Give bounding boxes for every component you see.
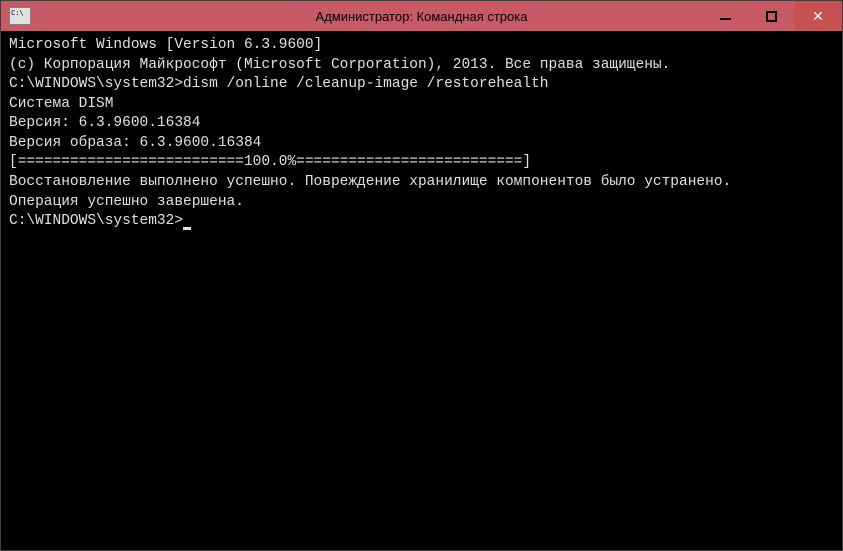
terminal-output[interactable]: Microsoft Windows [Version 6.3.9600](c) … [1, 31, 842, 550]
output-line: Восстановление выполнено успешно. Повреж… [9, 173, 834, 193]
maximize-icon [766, 11, 777, 22]
cursor [183, 227, 191, 230]
minimize-icon [720, 18, 731, 20]
prompt: C:\WINDOWS\system32> [9, 76, 183, 92]
window-controls: ✕ [702, 1, 842, 31]
output-line: Операция успешно завершена. [9, 193, 834, 213]
command-text: dism /online /cleanup-image /restoreheal… [183, 76, 548, 92]
output-line: (c) Корпорация Майкрософт (Microsoft Cor… [9, 56, 834, 76]
window-title: Администратор: Командная строка [316, 9, 528, 24]
prompt: C:\WINDOWS\system32> [9, 213, 183, 229]
output-line: Версия образа: 6.3.9600.16384 [9, 134, 834, 154]
prompt-line: C:\WINDOWS\system32> [9, 212, 834, 232]
close-button[interactable]: ✕ [794, 1, 842, 31]
command-prompt-window: Администратор: Командная строка ✕ Micros… [0, 0, 843, 551]
titlebar[interactable]: Администратор: Командная строка ✕ [1, 1, 842, 31]
cmd-icon [9, 7, 31, 25]
close-icon: ✕ [812, 8, 824, 25]
output-line: Система DISM [9, 95, 834, 115]
progress-bar: [==========================100.0%=======… [9, 153, 834, 173]
output-line: Версия: 6.3.9600.16384 [9, 114, 834, 134]
minimize-button[interactable] [702, 1, 748, 31]
prompt-line: C:\WINDOWS\system32>dism /online /cleanu… [9, 75, 834, 95]
output-line: Microsoft Windows [Version 6.3.9600] [9, 36, 834, 56]
maximize-button[interactable] [748, 1, 794, 31]
